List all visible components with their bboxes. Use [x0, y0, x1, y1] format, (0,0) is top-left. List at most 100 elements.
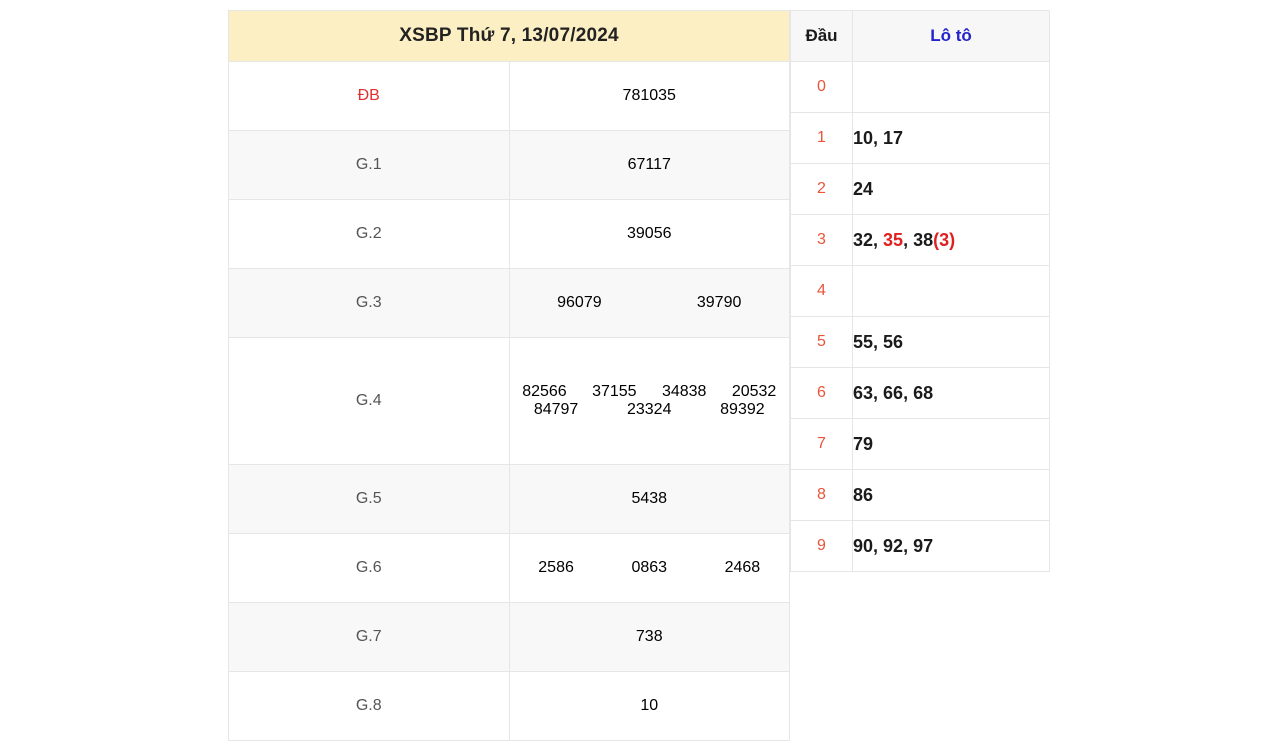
prize-number: 20532 [731, 383, 777, 400]
loto-repeat-count: (3) [933, 229, 956, 250]
page-root: XSBP Thứ 7, 13/07/2024 ĐB 781035 G.1 67117 G… [0, 0, 1280, 741]
prize-row: G.6 2586 0863 2468 [228, 533, 790, 603]
prize-number-line: 67117 [510, 156, 790, 174]
prize-row: G.3 96079 39790 [228, 268, 790, 338]
prize-number: 738 [635, 628, 663, 645]
prize-values-cell: 96079 39790 [508, 268, 790, 338]
loto-number: 56 [883, 331, 904, 352]
loto-numbers-cell: 32, 35, 38(3) [852, 214, 1050, 266]
prize-values-cell: 67117 [508, 130, 790, 200]
prize-values-cell: 5438 [508, 464, 790, 534]
prize-number: 23324 [626, 401, 672, 418]
loto-row: 9 90, 92, 97 [790, 520, 1050, 572]
prize-row: G.4 82566 37155 34838 20532 84797 23324 89392 [228, 337, 790, 465]
prize-values-cell: 10 [508, 671, 790, 741]
loto-dau-digit: 9 [790, 520, 853, 572]
loto-number: 55 [853, 331, 874, 352]
prize-number: 5438 [631, 490, 668, 507]
prize-number: 39056 [627, 225, 672, 242]
prize-number-line: 781035 [510, 87, 790, 105]
loto-numbers-cell: 86 [852, 469, 1050, 521]
prize-row: ĐB 781035 [228, 61, 790, 131]
prize-label-g3: G.3 [228, 268, 510, 338]
prize-number-line: 10 [510, 697, 790, 715]
prize-values-cell: 738 [508, 602, 790, 672]
loto-dau-digit: 3 [790, 214, 853, 266]
loto-number: 17 [883, 127, 904, 148]
loto-number: 79 [853, 433, 874, 454]
prize-label-g1: G.1 [228, 130, 510, 200]
prize-row: G.1 67117 [228, 130, 790, 200]
loto-row: 5 55, 56 [790, 316, 1050, 368]
loto-numbers-cell: 55, 56 [852, 316, 1050, 368]
prize-number-line: 96079 39790 [510, 294, 790, 312]
loto-numbers-cell: 79 [852, 418, 1050, 470]
prize-number: 82566 [522, 383, 567, 400]
prize-values-cell: 82566 37155 34838 20532 84797 23324 89392 [508, 337, 790, 465]
prize-number: 34838 [661, 383, 707, 400]
loto-row: 3 32, 35, 38(3) [790, 214, 1050, 266]
loto-number: 35 [883, 229, 904, 250]
loto-numbers-cell: 24 [852, 163, 1050, 215]
loto-row: 8 86 [790, 469, 1050, 521]
prize-row: G.2 39056 [228, 199, 790, 269]
prize-number: 2468 [724, 559, 761, 576]
loto-dau-digit: 1 [790, 112, 853, 164]
prize-values-cell: 39056 [508, 199, 790, 269]
loto-numbers-cell: 63, 66, 68 [852, 367, 1050, 419]
prize-row: G.7 738 [228, 602, 790, 672]
prize-label-g6: G.6 [228, 533, 510, 603]
loto-number: 38(3) [913, 229, 956, 250]
loto-table-body: 0 1 10, 17 2 24 3 32, 35, 38(3) 4 5 55, 56 6 63, 66… [790, 61, 1050, 572]
loto-number: 92 [883, 535, 904, 556]
loto-row: 4 [790, 265, 1050, 317]
prize-number: 2586 [538, 559, 574, 576]
column-header-loto: Lô tô [852, 10, 1050, 62]
prize-label-g2: G.2 [228, 199, 510, 269]
prize-number: 39790 [696, 294, 742, 311]
lottery-result-board: XSBP Thứ 7, 13/07/2024 ĐB 781035 G.1 67117 G… [228, 10, 1050, 741]
loto-dau-digit: 0 [790, 61, 853, 113]
loto-summary-table: Đầu Lô tô 0 1 10, 17 2 24 3 32, 35, 38(3) 4 5 55,… [790, 10, 1050, 572]
prize-values-cell: 2586 0863 2468 [508, 533, 790, 603]
loto-number: 24 [853, 178, 874, 199]
loto-numbers-cell: 90, 92, 97 [852, 520, 1050, 572]
prize-results-table: XSBP Thứ 7, 13/07/2024 ĐB 781035 G.1 67117 G… [228, 10, 790, 741]
prize-number-line: 82566 37155 34838 20532 [510, 383, 790, 401]
prize-label-g7: G.7 [228, 602, 510, 672]
column-header-dau: Đầu [790, 10, 853, 62]
loto-dau-digit: 5 [790, 316, 853, 368]
loto-numbers-cell [852, 61, 1050, 113]
loto-row: 2 24 [790, 163, 1050, 215]
prize-label-g4: G.4 [228, 337, 510, 465]
prize-number: 84797 [533, 401, 579, 418]
loto-row: 1 10, 17 [790, 112, 1050, 164]
prize-number-line: 2586 0863 2468 [510, 559, 790, 577]
prize-row: G.8 10 [228, 671, 790, 741]
loto-dau-digit: 8 [790, 469, 853, 521]
prize-row: G.5 5438 [228, 464, 790, 534]
loto-number: 10 [853, 127, 874, 148]
prize-label-g8: G.8 [228, 671, 510, 741]
prize-number: 0863 [631, 559, 668, 576]
loto-row: 6 63, 66, 68 [790, 367, 1050, 419]
loto-dau-digit: 4 [790, 265, 853, 317]
loto-table-head: Đầu Lô tô [790, 10, 1050, 62]
loto-row: 7 79 [790, 418, 1050, 470]
loto-dau-digit: 2 [790, 163, 853, 215]
prize-table-head: XSBP Thứ 7, 13/07/2024 [228, 10, 790, 62]
prize-number-line: 5438 [510, 490, 790, 508]
loto-header-row: Đầu Lô tô [790, 10, 1050, 62]
prize-number: 89392 [720, 401, 765, 418]
prize-label-g5: G.5 [228, 464, 510, 534]
loto-number: 32 [853, 229, 874, 250]
prize-number: 10 [640, 697, 659, 714]
prize-number: 67117 [627, 156, 671, 173]
loto-dau-digit: 7 [790, 418, 853, 470]
prize-number-line: 738 [510, 628, 790, 646]
loto-dau-digit: 6 [790, 367, 853, 419]
loto-number: 63 [853, 382, 874, 403]
loto-number: 90 [853, 535, 874, 556]
page-title: XSBP Thứ 7, 13/07/2024 [228, 10, 790, 62]
loto-number: 97 [913, 535, 934, 556]
